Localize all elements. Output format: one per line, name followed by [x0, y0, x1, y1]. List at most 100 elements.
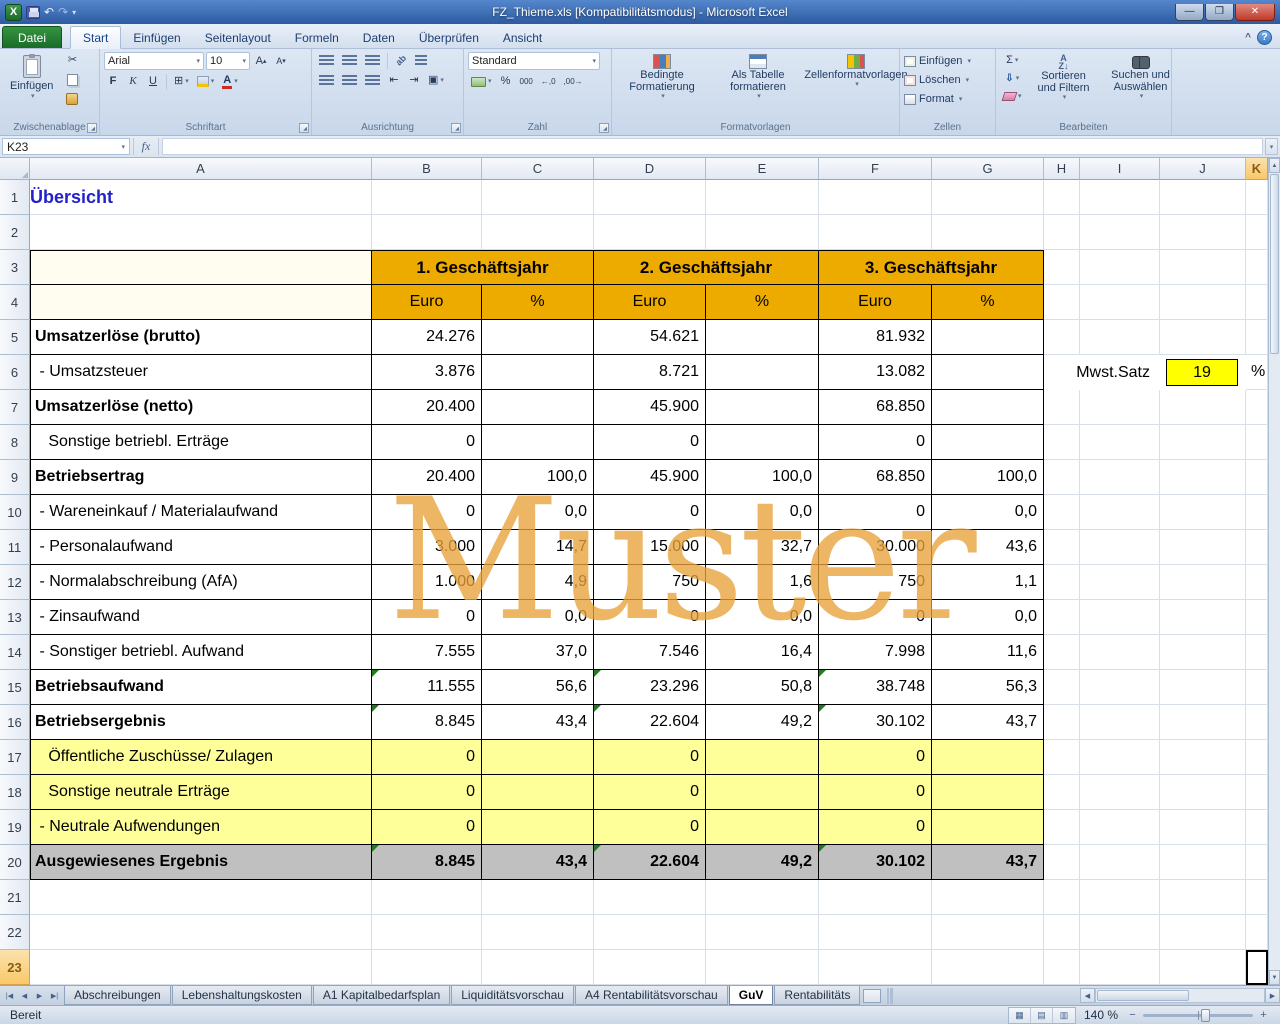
excel-logo-icon[interactable]: X: [5, 4, 22, 21]
cell-F13[interactable]: 0: [819, 600, 932, 635]
close-button[interactable]: ✕: [1235, 4, 1275, 21]
cell-J22[interactable]: [1160, 915, 1246, 950]
cell-H15[interactable]: [1044, 670, 1080, 705]
cell-F20[interactable]: 30.102: [819, 845, 932, 880]
cell-H20[interactable]: [1044, 845, 1080, 880]
cell-G21[interactable]: [932, 880, 1044, 915]
vscroll-thumb[interactable]: [1270, 174, 1279, 354]
cell-D23[interactable]: [594, 950, 706, 985]
cell-F4[interactable]: Euro: [819, 285, 932, 320]
cell-J23[interactable]: [1160, 950, 1246, 985]
cell-G15[interactable]: 56,3: [932, 670, 1044, 705]
cell-J18[interactable]: [1160, 775, 1246, 810]
cell-F10[interactable]: 0: [819, 495, 932, 530]
column-header-G[interactable]: G: [932, 158, 1044, 180]
tab-scroll-left-button[interactable]: ◀: [17, 988, 32, 1003]
merge-center-button[interactable]: ▣▾: [425, 72, 447, 89]
format-painter-button[interactable]: [63, 90, 81, 107]
cell-J16[interactable]: [1160, 705, 1246, 740]
horizontal-scrollbar[interactable]: ◀ ▶: [1080, 986, 1280, 1005]
cell-A17[interactable]: Öffentliche Zuschüsse/ Zulagen: [30, 740, 372, 775]
row-header-2[interactable]: 2: [0, 215, 30, 250]
cell-I19[interactable]: [1080, 810, 1160, 845]
fill-button[interactable]: ⇩▾: [1000, 70, 1025, 87]
zoom-out-button[interactable]: −: [1126, 1009, 1139, 1022]
row-header-20[interactable]: 20: [0, 845, 30, 880]
row-header-7[interactable]: 7: [0, 390, 30, 425]
format-cells-button[interactable]: Format▾: [904, 90, 991, 108]
cell-E19[interactable]: [706, 810, 819, 845]
cell-E21[interactable]: [706, 880, 819, 915]
cell-A11[interactable]: - Personalaufwand: [30, 530, 372, 565]
cell-F15[interactable]: 38.748: [819, 670, 932, 705]
row-header-19[interactable]: 19: [0, 810, 30, 845]
cell-K4[interactable]: [1246, 285, 1268, 320]
percent-format-button[interactable]: %: [497, 73, 515, 90]
cell-D12[interactable]: 750: [594, 565, 706, 600]
scroll-up-arrow[interactable]: ▲: [1269, 158, 1280, 173]
tab-daten[interactable]: Daten: [351, 27, 407, 48]
cell-I20[interactable]: [1080, 845, 1160, 880]
row-header-16[interactable]: 16: [0, 705, 30, 740]
row-header-23[interactable]: 23: [0, 950, 30, 985]
font-size-select[interactable]: 10▾: [206, 52, 250, 70]
cell-K2[interactable]: [1246, 215, 1268, 250]
cell-B5[interactable]: 24.276: [372, 320, 482, 355]
cell-E9[interactable]: 100,0: [706, 460, 819, 495]
borders-button[interactable]: ⊞▾: [171, 73, 192, 90]
cell-K21[interactable]: [1246, 880, 1268, 915]
cell-H7[interactable]: [1044, 390, 1080, 425]
accounting-format-button[interactable]: ▾: [468, 73, 495, 90]
cell-D15[interactable]: 23.296: [594, 670, 706, 705]
cell-A23[interactable]: [30, 950, 372, 985]
row-header-21[interactable]: 21: [0, 880, 30, 915]
cell-J17[interactable]: [1160, 740, 1246, 775]
cell-I1[interactable]: [1080, 180, 1160, 215]
cell-A1[interactable]: Übersicht: [30, 180, 372, 215]
cell-H8[interactable]: [1044, 425, 1080, 460]
insert-worksheet-button[interactable]: [863, 989, 881, 1003]
cell-I12[interactable]: [1080, 565, 1160, 600]
zoom-slider-track[interactable]: [1143, 1014, 1253, 1017]
cell-E14[interactable]: 16,4: [706, 635, 819, 670]
decrease-indent-button[interactable]: ⇤: [385, 72, 403, 89]
cell-A20[interactable]: Ausgewiesenes Ergebnis: [30, 845, 372, 880]
paste-button[interactable]: Einfügen ▾: [4, 52, 59, 120]
vat-rate-input[interactable]: 19: [1166, 359, 1238, 386]
cell-H12[interactable]: [1044, 565, 1080, 600]
wrap-text-button[interactable]: [412, 52, 430, 69]
cell-H5[interactable]: [1044, 320, 1080, 355]
italic-button[interactable]: K: [124, 73, 142, 90]
cell-C20[interactable]: 43,4: [482, 845, 594, 880]
cell-K22[interactable]: [1246, 915, 1268, 950]
select-all-corner[interactable]: [0, 158, 30, 180]
cell-G14[interactable]: 11,6: [932, 635, 1044, 670]
hscroll-thumb[interactable]: [1097, 990, 1189, 1001]
tab-seitenlayout[interactable]: Seitenlayout: [193, 27, 283, 48]
selected-cell-K23[interactable]: [1246, 950, 1268, 985]
cell-J20[interactable]: [1160, 845, 1246, 880]
align-right-button[interactable]: [362, 72, 383, 89]
cell-A3[interactable]: [30, 250, 372, 285]
decrease-decimal-button[interactable]: ,00→: [561, 73, 586, 90]
cell-I4[interactable]: [1080, 285, 1160, 320]
find-select-button[interactable]: Suchen und Auswählen ▾: [1103, 52, 1179, 120]
file-tab[interactable]: Datei: [2, 26, 62, 48]
tab-einfuegen[interactable]: Einfügen: [121, 27, 192, 48]
cell-K20[interactable]: [1246, 845, 1268, 880]
cell-K15[interactable]: [1246, 670, 1268, 705]
cell-C16[interactable]: 43,4: [482, 705, 594, 740]
cell-J10[interactable]: [1160, 495, 1246, 530]
cell-E8[interactable]: [706, 425, 819, 460]
cell-F16[interactable]: 30.102: [819, 705, 932, 740]
cell-G22[interactable]: [932, 915, 1044, 950]
cell-K7[interactable]: [1246, 390, 1268, 425]
cell-G16[interactable]: 43,7: [932, 705, 1044, 740]
cell-E2[interactable]: [706, 215, 819, 250]
cell-J19[interactable]: [1160, 810, 1246, 845]
cell-H19[interactable]: [1044, 810, 1080, 845]
cell-E12[interactable]: 1,6: [706, 565, 819, 600]
cell-I17[interactable]: [1080, 740, 1160, 775]
cell-K19[interactable]: [1246, 810, 1268, 845]
tab-ueberpruefen[interactable]: Überprüfen: [407, 27, 491, 48]
